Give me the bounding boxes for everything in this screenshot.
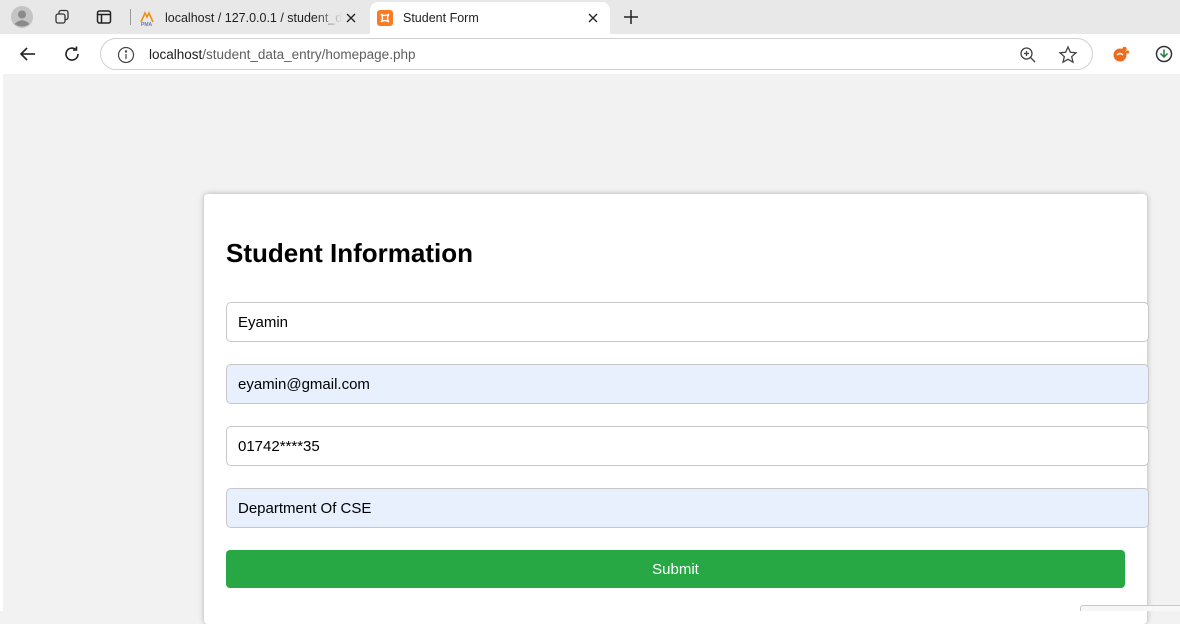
tab-title: Student Form — [403, 11, 479, 25]
department-field[interactable] — [226, 488, 1149, 528]
back-icon[interactable] — [16, 42, 40, 66]
address-bar[interactable]: localhost/student_data_entry/homepage.ph… — [100, 38, 1093, 70]
student-form-card: Student Information Submit — [204, 194, 1149, 624]
vertical-tabs-icon[interactable] — [92, 5, 116, 29]
tab-title: localhost / 127.0.0.1 / student_data_ent… — [165, 11, 342, 25]
name-field[interactable] — [226, 302, 1149, 342]
profile-avatar-icon[interactable] — [10, 5, 34, 29]
favorite-star-icon[interactable] — [1058, 45, 1078, 65]
extension-icon[interactable] — [1109, 42, 1133, 66]
url-text[interactable]: localhost/student_data_entry/homepage.ph… — [149, 47, 415, 62]
svg-text:PMA: PMA — [141, 22, 153, 26]
browser-toolbar: localhost/student_data_entry/homepage.ph… — [0, 34, 1180, 74]
reload-icon[interactable] — [60, 42, 84, 66]
tab-separator — [130, 9, 131, 25]
xampp-icon — [377, 10, 393, 26]
close-icon[interactable] — [342, 9, 360, 27]
submit-button[interactable]: Submit — [226, 550, 1125, 588]
phpmyadmin-icon: PMA — [139, 10, 155, 28]
tab-phpmyadmin[interactable]: PMA localhost / 127.0.0.1 / student_data… — [132, 2, 368, 34]
download-icon[interactable] — [1152, 42, 1176, 66]
overlay-edge — [1080, 605, 1180, 611]
tab-student-form[interactable]: Student Form — [370, 2, 610, 34]
phone-field[interactable] — [226, 426, 1149, 466]
info-icon[interactable] — [117, 46, 135, 64]
email-field[interactable] — [226, 364, 1149, 404]
tab-strip: PMA localhost / 127.0.0.1 / student_data… — [0, 0, 1180, 34]
zoom-icon[interactable] — [1018, 45, 1038, 65]
new-tab-icon[interactable] — [619, 5, 643, 29]
close-icon[interactable] — [584, 9, 602, 27]
form-heading: Student Information — [226, 238, 473, 268]
workspaces-icon[interactable] — [50, 5, 74, 29]
